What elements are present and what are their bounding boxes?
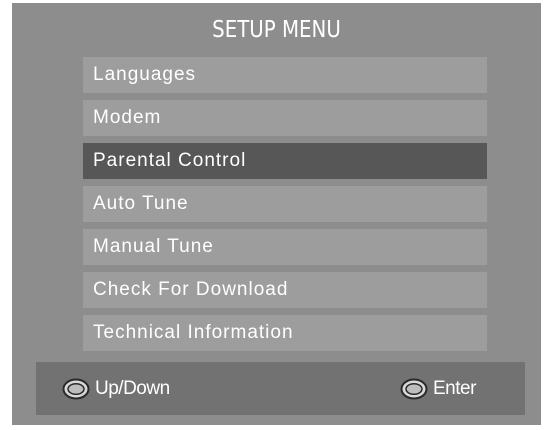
remote-oval-button-icon bbox=[400, 378, 428, 400]
up-down-hint: Up/Down bbox=[62, 362, 170, 415]
enter-hint: Enter bbox=[400, 362, 476, 415]
setup-menu-screen: SETUP MENU Languages Modem Parental Cont… bbox=[12, 3, 541, 425]
menu-item-parental-control[interactable]: Parental Control bbox=[83, 143, 487, 179]
menu-title: SETUP MENU bbox=[212, 17, 341, 43]
menu-item-check-for-download[interactable]: Check For Download bbox=[83, 272, 487, 308]
remote-oval-button-icon bbox=[62, 378, 90, 400]
menu-item-languages[interactable]: Languages bbox=[83, 57, 487, 93]
menu-item-modem[interactable]: Modem bbox=[83, 100, 487, 136]
menu-item-technical-information[interactable]: Technical Information bbox=[83, 315, 487, 351]
enter-hint-label: Enter bbox=[433, 377, 476, 399]
hint-bar: Up/Down Enter bbox=[36, 362, 525, 415]
menu-item-manual-tune[interactable]: Manual Tune bbox=[83, 229, 487, 265]
up-down-hint-label: Up/Down bbox=[95, 377, 170, 399]
menu-item-auto-tune[interactable]: Auto Tune bbox=[83, 186, 487, 222]
menu-list: Languages Modem Parental Control Auto Tu… bbox=[83, 57, 487, 358]
